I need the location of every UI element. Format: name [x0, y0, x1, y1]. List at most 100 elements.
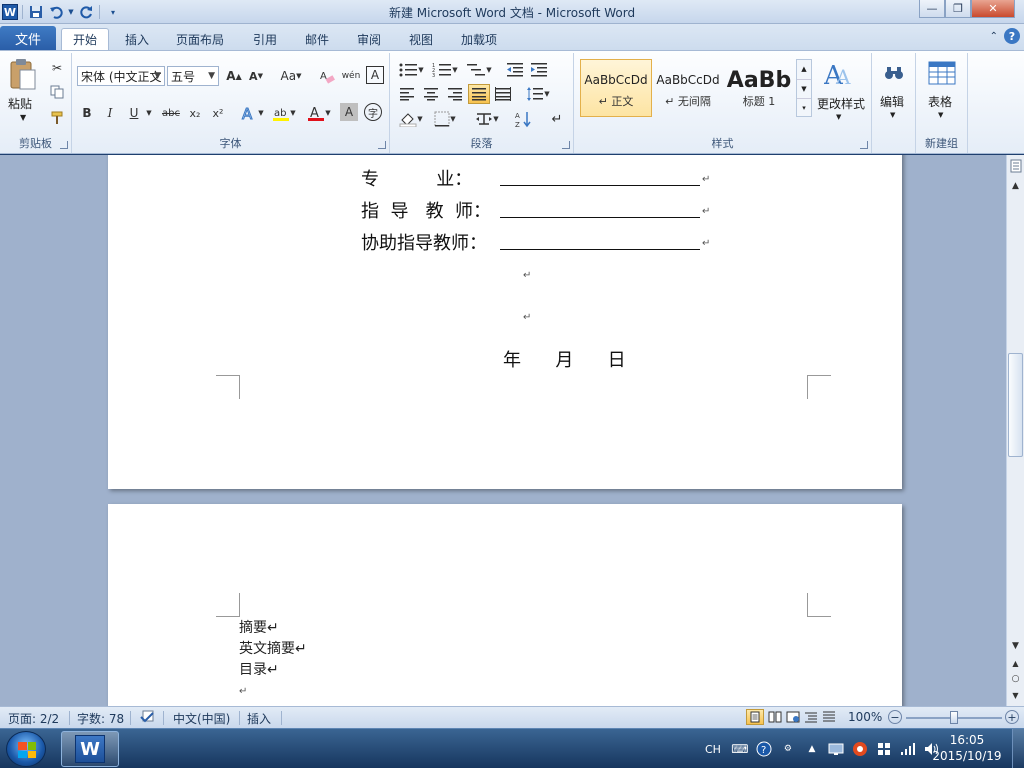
zoom-in-button[interactable]: +: [1005, 710, 1019, 724]
bullets-icon[interactable]: ▼: [396, 59, 426, 81]
restore-button[interactable]: ❐: [945, 0, 971, 18]
styles-scroll-down-icon[interactable]: ▼: [797, 79, 811, 98]
change-styles-icon[interactable]: AA: [822, 59, 856, 89]
paste-icon[interactable]: [6, 57, 40, 93]
change-styles-dropdown-icon[interactable]: ▼: [836, 113, 841, 121]
change-case-icon[interactable]: Aa ▼: [277, 66, 305, 86]
sort-icon[interactable]: AZ: [512, 109, 536, 129]
align-right-icon[interactable]: [444, 84, 466, 104]
word-count[interactable]: 字数: 78: [77, 710, 124, 727]
tab-references[interactable]: 引用: [242, 28, 288, 50]
grow-font-icon[interactable]: A ▲: [224, 66, 244, 86]
ruler-toggle-icon[interactable]: [1007, 157, 1024, 174]
tab-view[interactable]: 视图: [398, 28, 444, 50]
input-language[interactable]: CH: [705, 743, 721, 756]
font-launcher-icon[interactable]: [378, 141, 386, 149]
clipboard-launcher-icon[interactable]: [60, 141, 68, 149]
show-paragraph-marks-icon[interactable]: ↵: [546, 109, 568, 129]
style-normal[interactable]: AaBbCcDd ↵ 正文: [580, 59, 652, 117]
show-hidden-icons[interactable]: ▲: [803, 740, 821, 758]
styles-more-icon[interactable]: ▾: [797, 98, 811, 116]
paragraph-launcher-icon[interactable]: [562, 141, 570, 149]
keyboard-icon[interactable]: ⌨: [731, 740, 749, 758]
show-desktop-button[interactable]: [1012, 729, 1024, 768]
underline-button[interactable]: U: [124, 103, 144, 123]
help-tray-icon[interactable]: ?: [755, 740, 773, 758]
character-border-icon[interactable]: A: [366, 66, 384, 84]
network-drive-icon[interactable]: [827, 740, 845, 758]
page-2[interactable]: 摘要↵ 英文摘要↵ 目录↵ ↵: [108, 504, 902, 706]
enclose-characters-icon[interactable]: 字: [364, 103, 382, 121]
ime-options-icon[interactable]: ⚙: [779, 740, 797, 758]
copy-icon[interactable]: [48, 83, 66, 101]
underline-dropdown-icon[interactable]: ▼: [144, 103, 154, 123]
close-button[interactable]: ✕: [971, 0, 1015, 18]
tab-review[interactable]: 审阅: [346, 28, 392, 50]
phonetic-guide-icon[interactable]: wén: [340, 66, 362, 86]
language[interactable]: 中文(中国): [173, 710, 230, 727]
security-icon[interactable]: [851, 740, 869, 758]
justify-icon[interactable]: [468, 84, 490, 104]
tab-file[interactable]: 文件: [0, 26, 56, 50]
tab-mailings[interactable]: 邮件: [294, 28, 340, 50]
page-count[interactable]: 页面: 2/2: [8, 710, 59, 727]
table-dropdown-icon[interactable]: ▼: [938, 111, 943, 119]
chinese-layout-icon[interactable]: ▼: [472, 109, 502, 129]
minimize-ribbon-icon[interactable]: ⌃: [990, 31, 998, 42]
vertical-scrollbar[interactable]: ▲ ▼ ▲ ○ ▼: [1006, 155, 1024, 706]
font-name-combo[interactable]: 宋体 (中文正文 ▼: [77, 66, 165, 86]
subscript-button[interactable]: x₂: [185, 103, 205, 123]
document-area[interactable]: 专 业： ↵ 指 导 教 师： ↵ 协助指导教师： ↵ ↵ ↵ 年 月 日 摘要…: [0, 155, 1006, 706]
insert-mode[interactable]: 插入: [247, 710, 271, 727]
superscript-button[interactable]: x²: [208, 103, 228, 123]
format-painter-icon[interactable]: [48, 109, 66, 127]
tab-home[interactable]: 开始: [61, 28, 109, 50]
help-icon[interactable]: ?: [1004, 28, 1020, 44]
bold-button[interactable]: B: [77, 103, 97, 123]
zoom-slider-knob[interactable]: [950, 711, 958, 724]
numbering-icon[interactable]: 1 2 3 ▼: [430, 59, 460, 81]
text-effects-icon[interactable]: A ▼: [238, 103, 266, 123]
font-size-combo[interactable]: 五号 ▼: [167, 66, 219, 86]
style-no-spacing[interactable]: AaBbCcDd ↵ 无间隔: [652, 59, 724, 117]
network-signal-icon[interactable]: [899, 740, 917, 758]
web-layout-icon[interactable]: [786, 710, 800, 727]
next-page-icon[interactable]: ▼: [1007, 687, 1024, 704]
decrease-indent-icon[interactable]: [504, 59, 526, 81]
clock[interactable]: 16:05 2015/10/19: [932, 732, 1002, 764]
outline-icon[interactable]: [804, 710, 818, 727]
multilevel-list-icon[interactable]: ▼: [464, 59, 494, 81]
tab-page-layout[interactable]: 页面布局: [168, 28, 232, 50]
styles-scroll-up-icon[interactable]: ▲: [797, 60, 811, 79]
styles-launcher-icon[interactable]: [860, 141, 868, 149]
binoculars-icon[interactable]: [880, 59, 908, 87]
select-browse-object-icon[interactable]: ○: [1007, 670, 1024, 687]
clear-format-icon[interactable]: A: [317, 66, 337, 86]
highlight-icon[interactable]: ab ▼: [270, 103, 298, 123]
paste-label[interactable]: 粘贴: [8, 95, 32, 112]
taskbar-word-button[interactable]: W: [61, 731, 119, 767]
shrink-font-icon[interactable]: A ▼: [246, 66, 266, 86]
align-left-icon[interactable]: [396, 84, 418, 104]
style-heading-1[interactable]: AaBb 标题 1: [724, 59, 794, 117]
character-shading-icon[interactable]: A: [340, 103, 358, 121]
strikethrough-button[interactable]: abc: [158, 103, 184, 123]
line-spacing-icon[interactable]: ▼: [522, 84, 554, 104]
table-label[interactable]: 表格: [928, 93, 952, 110]
font-color-icon[interactable]: A ▼: [305, 103, 333, 123]
italic-button[interactable]: I: [100, 103, 120, 123]
tab-addins[interactable]: 加载项: [450, 28, 508, 50]
change-styles-label[interactable]: 更改样式: [817, 95, 865, 112]
scroll-thumb[interactable]: [1008, 353, 1023, 457]
align-center-icon[interactable]: [420, 84, 442, 104]
paragraph-shading-icon[interactable]: ▼: [396, 109, 426, 129]
paste-dropdown-icon[interactable]: ▼: [20, 113, 26, 122]
action-center-flag-icon[interactable]: [875, 740, 893, 758]
scroll-up-icon[interactable]: ▲: [1007, 177, 1024, 194]
cut-icon[interactable]: ✂: [48, 59, 66, 77]
page-1[interactable]: 专 业： ↵ 指 导 教 师： ↵ 协助指导教师： ↵ ↵ ↵ 年 月 日: [108, 155, 902, 489]
proofing-icon[interactable]: [140, 710, 158, 727]
full-screen-reading-icon[interactable]: [768, 710, 782, 727]
print-layout-icon[interactable]: [746, 709, 764, 725]
distributed-icon[interactable]: [492, 84, 514, 104]
